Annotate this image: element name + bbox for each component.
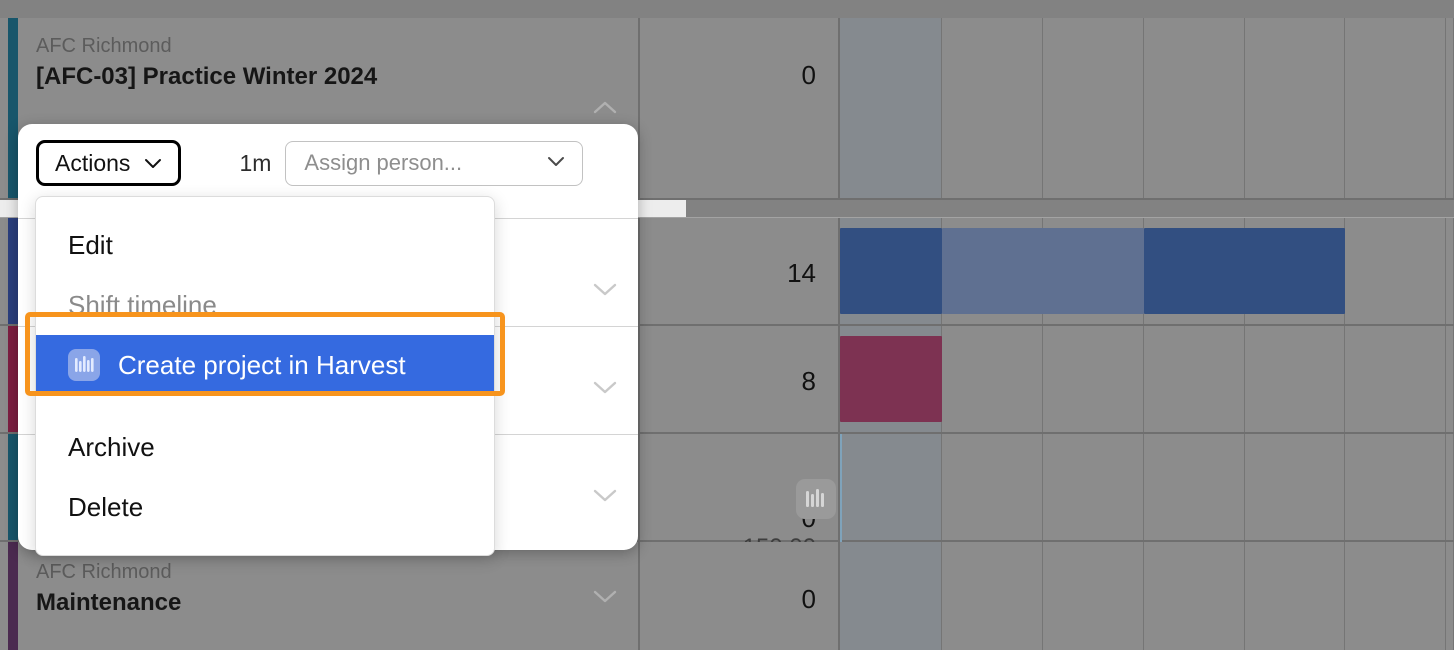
harvest-icon <box>796 479 836 519</box>
timeline-column <box>1446 434 1454 540</box>
timeline-column <box>1043 18 1144 198</box>
row-timeline[interactable] <box>840 326 1454 432</box>
row-accent-bar <box>8 18 18 198</box>
timeline-column <box>1245 542 1345 650</box>
row-totals-cell: 14 <box>640 218 840 324</box>
timeline-column <box>1144 542 1245 650</box>
chevron-down-icon[interactable] <box>588 370 622 404</box>
menu-item-label: Archive <box>68 431 155 462</box>
menu-item-shift-timeline: Shift timeline <box>36 275 494 335</box>
menu-item-create-project-in-harvest[interactable]: Create project in Harvest <box>36 335 494 395</box>
row-total-hours: 8 <box>801 366 816 396</box>
row-total-hours: 0 <box>801 584 816 614</box>
row-timeline[interactable] <box>840 18 1454 198</box>
row-accent-bar <box>8 434 18 540</box>
timeline-column <box>1144 18 1245 198</box>
menu-item-delete[interactable]: Delete <box>36 477 494 537</box>
menu-item-label: Edit <box>68 229 113 260</box>
row-totals-cell: 0 150.00 <box>640 434 840 561</box>
menu-item-archive[interactable]: Archive <box>36 417 494 477</box>
chevron-down-icon <box>142 152 164 174</box>
timeline-column <box>1345 18 1446 198</box>
timeline-column <box>942 434 1043 540</box>
row-accent-bar <box>8 542 18 650</box>
timeline-column <box>1345 542 1446 650</box>
row-project: [AFC-03] Practice Winter 2024 <box>36 63 378 90</box>
menu-item-edit[interactable]: Edit <box>36 215 494 275</box>
timeline-column <box>942 542 1043 650</box>
row-accent-bar <box>8 218 18 324</box>
chevron-up-icon[interactable] <box>588 91 622 125</box>
actions-dropdown-menu[interactable]: Edit Shift timeline Create project in Ha… <box>35 196 495 556</box>
allocation-bar[interactable] <box>1144 228 1345 314</box>
detail-toolbar: Actions 1m Assign person... <box>18 124 638 202</box>
timeline-column <box>1345 218 1446 324</box>
timeline-column <box>942 326 1043 432</box>
row-timeline[interactable] <box>840 542 1454 650</box>
row-total-hours: 0 <box>640 503 816 533</box>
menu-item-label: Create project in Harvest <box>118 349 406 380</box>
timeline-column <box>1043 542 1144 650</box>
row-client: AFC Richmond <box>36 35 172 57</box>
timeline-column <box>1446 18 1454 198</box>
actions-button[interactable]: Actions <box>36 140 182 186</box>
chevron-down-icon[interactable] <box>588 272 622 306</box>
harvest-icon <box>68 349 100 381</box>
chevron-down-icon <box>544 149 568 178</box>
row-totals-cell: 0 <box>640 18 840 198</box>
timeline-column <box>1245 18 1345 198</box>
timeline-column <box>1446 326 1454 432</box>
timeline-column <box>840 434 942 540</box>
assign-person-placeholder: Assign person... <box>304 150 463 175</box>
row-total-hours: 0 <box>801 60 816 90</box>
allocation-bar[interactable] <box>942 228 1144 314</box>
duration-label: 1m <box>239 149 272 176</box>
table-row[interactable]: AFC Richmond Maintenance 0 <box>0 542 1454 650</box>
timeline-column <box>1245 326 1345 432</box>
actions-button-label: Actions <box>55 149 131 176</box>
timeline-column <box>1144 326 1245 432</box>
timeline-column <box>1043 326 1144 432</box>
chevron-down-icon[interactable] <box>588 579 622 613</box>
row-total-hours: 14 <box>787 258 816 288</box>
timeline-column <box>840 542 942 650</box>
row-project: Maintenance <box>36 589 182 616</box>
assign-person-select[interactable]: Assign person... <box>285 140 584 186</box>
timeline-column <box>1345 326 1446 432</box>
timeline-column <box>1043 434 1144 540</box>
row-name-cell: AFC Richmond Maintenance <box>18 542 640 650</box>
allocation-bar[interactable] <box>840 228 942 314</box>
today-marker <box>840 434 842 542</box>
row-totals-cell: 8 <box>640 326 840 432</box>
row-totals-cell: 0 <box>640 542 840 650</box>
row-timeline[interactable] <box>840 434 1454 540</box>
timeline-column <box>942 18 1043 198</box>
timeline-column <box>1245 434 1345 540</box>
row-client: AFC Richmond <box>36 561 172 583</box>
menu-item-label: Shift timeline <box>68 289 217 320</box>
row-accent-bar <box>8 326 18 432</box>
timeline-column <box>1144 434 1245 540</box>
timeline-column <box>840 18 942 198</box>
timeline-column <box>1345 434 1446 540</box>
menu-item-label: Delete <box>68 491 144 522</box>
grid-top-strip <box>0 0 1454 18</box>
timeline-column <box>1446 218 1454 324</box>
chevron-down-icon[interactable] <box>588 478 622 512</box>
row-timeline[interactable] <box>840 218 1454 324</box>
allocation-bar[interactable] <box>840 336 942 422</box>
timeline-column <box>1446 542 1454 650</box>
